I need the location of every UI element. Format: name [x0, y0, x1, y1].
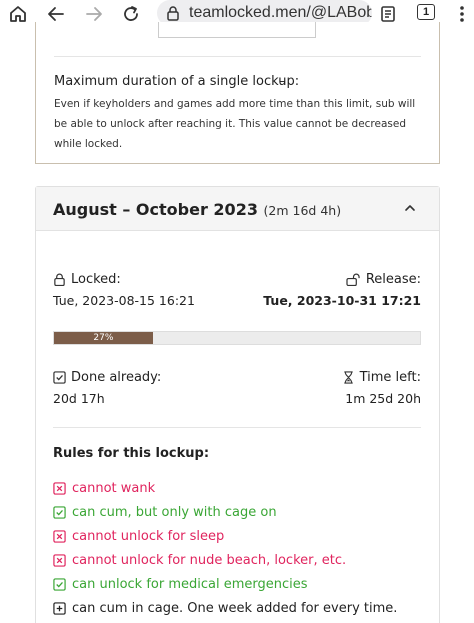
lockup-header[interactable]: August – October 2023 (2m 16d 4h) [36, 187, 439, 231]
left-label-row: Time left: [342, 370, 421, 385]
check-square-icon [53, 506, 66, 519]
max-duration-label: Maximum duration of a single lockup: [54, 74, 300, 89]
done-label-row: Done already: [53, 370, 161, 385]
done-value: 20d 17h [53, 391, 105, 406]
lockup-title-text: August – October 2023 [53, 200, 258, 219]
lockup-card: August – October 2023 (2m 16d 4h) Locked… [35, 186, 440, 623]
progress-fill: 27% [54, 332, 153, 344]
check-square-icon [53, 578, 66, 591]
cross-square-icon [53, 530, 66, 543]
padlock-closed-icon [54, 273, 65, 286]
release-label: Release: [365, 272, 421, 287]
rule-item: cannot unlock for sleep [53, 529, 224, 544]
home-icon[interactable] [6, 2, 30, 26]
padlock-icon [167, 6, 179, 21]
lockup-title: August – October 2023 (2m 16d 4h) [53, 200, 341, 219]
limits-card: Maximum duration of a single lockup: – E… [35, 22, 440, 164]
plus-square-icon [53, 602, 66, 615]
rule-item: cannot unlock for nude beach, locker, et… [53, 553, 346, 568]
rule-text: cannot unlock for sleep [72, 529, 225, 544]
check-square-icon [53, 371, 66, 384]
rule-item: can cum in cage. One week added for ever… [53, 601, 397, 616]
rules-title: Rules for this lockup: [53, 446, 210, 461]
cross-square-icon [53, 482, 66, 495]
max-duration-description: Even if keyholders and games add more ti… [54, 98, 416, 150]
chevron-up-icon[interactable] [403, 201, 417, 215]
limit-input[interactable] [158, 22, 316, 38]
rule-text: can unlock for medical emergencies [72, 577, 308, 592]
tab-count-button[interactable]: 1 [417, 4, 435, 20]
hourglass-icon [343, 371, 353, 384]
locked-label-row: Locked: [53, 272, 121, 287]
locked-date: Tue, 2023-08-15 16:21 [53, 293, 195, 308]
left-value: 1m 25d 20h [345, 391, 421, 406]
release-label-row: Release: [346, 272, 421, 287]
progress-bar: 27% [53, 331, 421, 345]
release-date: Tue, 2023-10-31 17:21 [263, 293, 421, 308]
locked-label: Locked: [71, 272, 121, 287]
rule-text: cannot unlock for nude beach, locker, et… [72, 553, 347, 568]
lockup-duration: (2m 16d 4h) [263, 203, 342, 218]
rule-text: can cum in cage. One week added for ever… [72, 601, 398, 616]
more-menu-icon[interactable] [450, 2, 474, 26]
rule-item: can unlock for medical emergencies [53, 577, 308, 592]
divider [53, 427, 421, 428]
done-label: Done already: [71, 370, 162, 385]
url-text: teamlocked.men/@LABobG/ca [189, 4, 372, 21]
max-duration-value: – [279, 74, 286, 89]
left-label: Time left: [359, 370, 421, 385]
cross-square-icon [53, 554, 66, 567]
rule-text: cannot wank [72, 481, 156, 496]
rule-item: cannot wank [53, 481, 155, 496]
rule-item: can cum, but only with cage on [53, 505, 277, 520]
divider [54, 56, 421, 57]
padlock-open-icon [346, 273, 360, 286]
rule-text: can cum, but only with cage on [72, 505, 277, 520]
